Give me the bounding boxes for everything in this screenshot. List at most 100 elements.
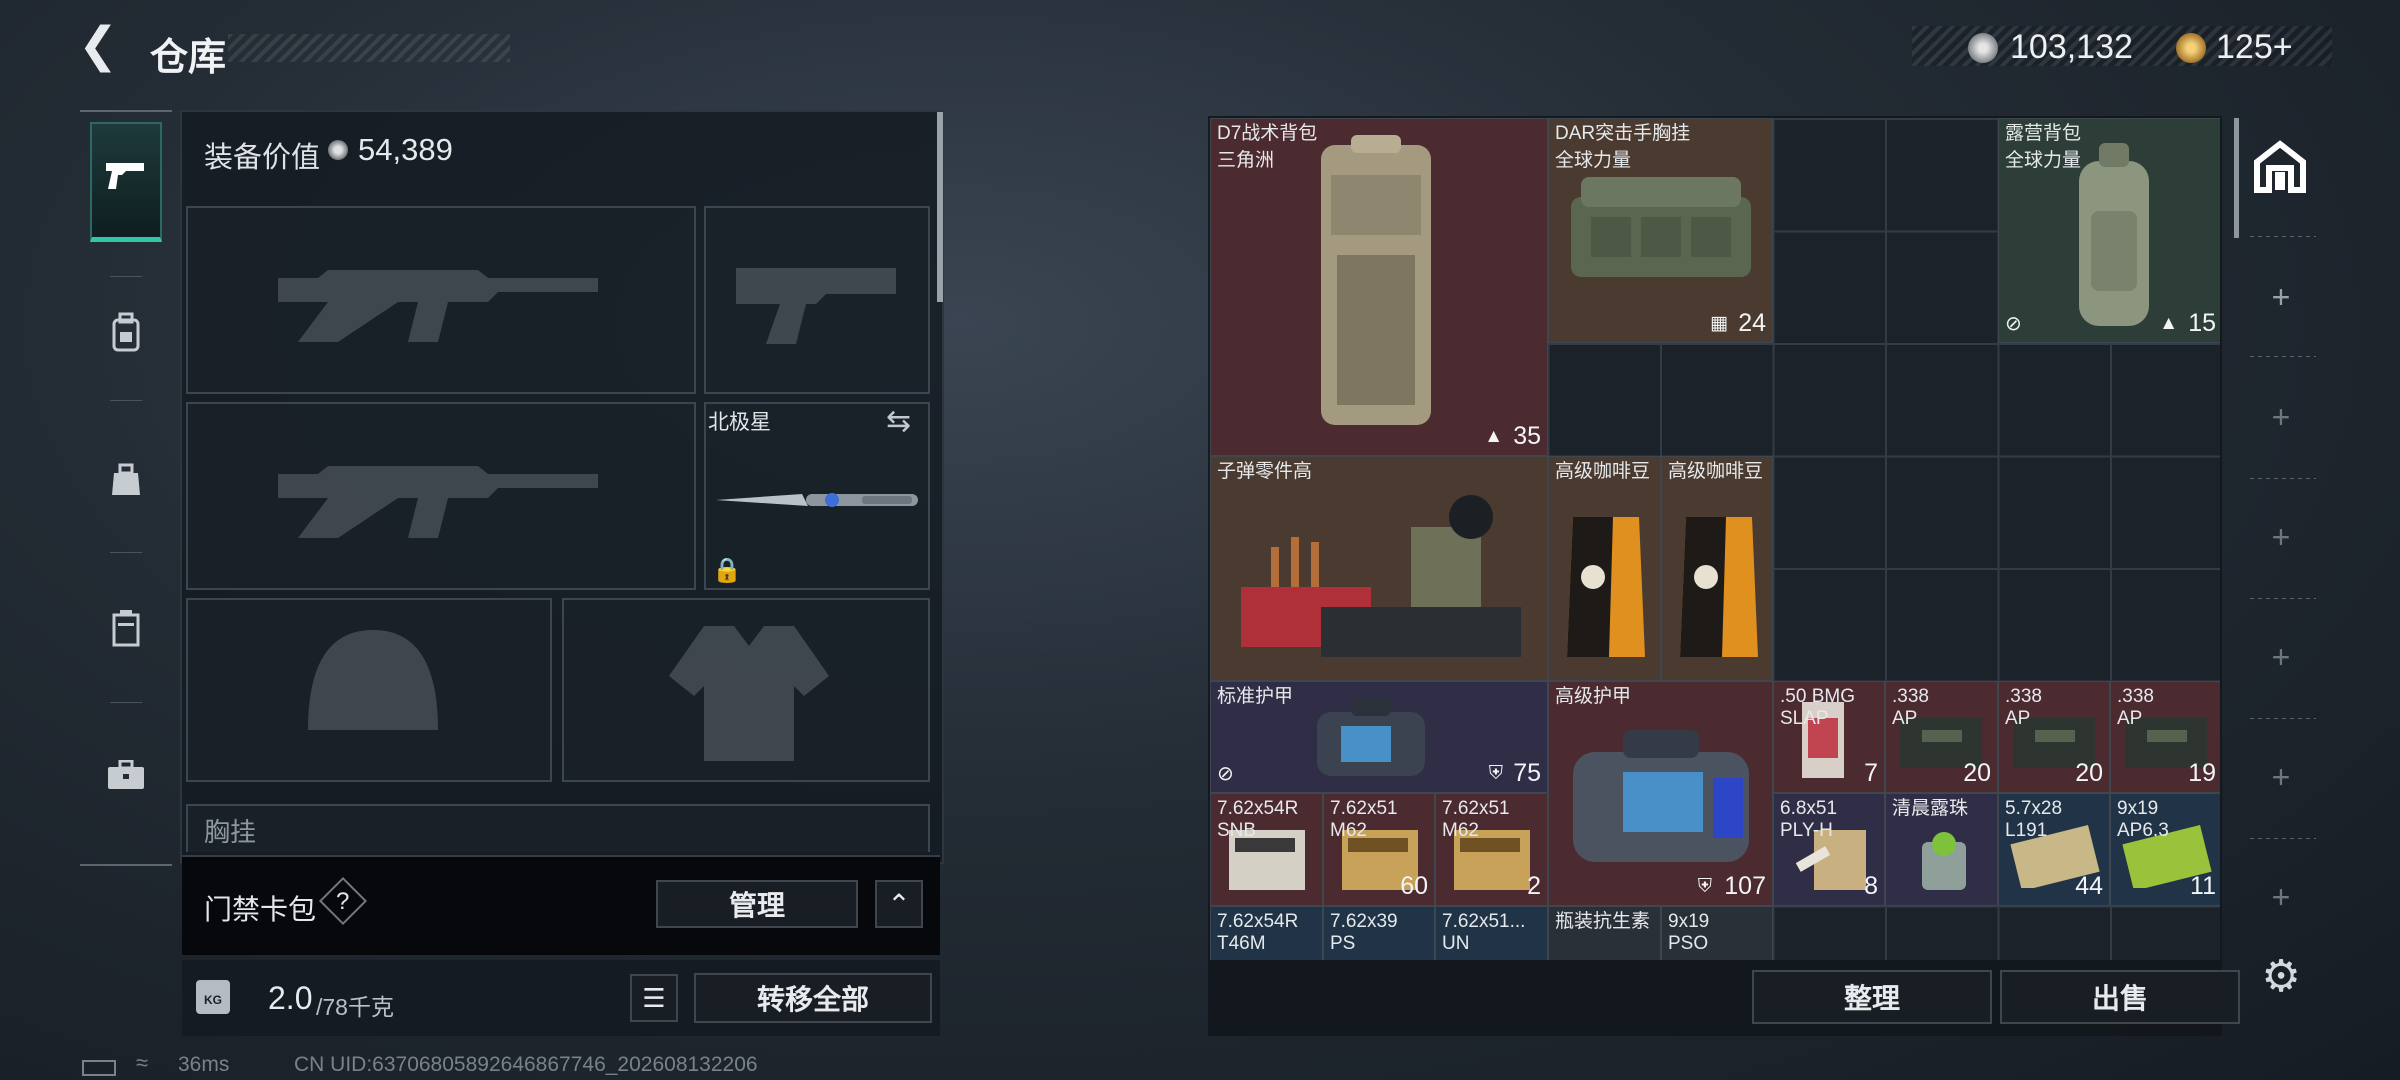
- item-name: .338: [2117, 686, 2154, 707]
- tab-locker[interactable]: [90, 572, 162, 692]
- stash-item[interactable]: DAR突击手胸挂 全球力量 ▦ 24: [1548, 118, 1773, 343]
- primary-weapon-slot[interactable]: [186, 206, 696, 394]
- rail-divider: [2250, 718, 2316, 719]
- loadout-scrollbar[interactable]: [937, 112, 943, 302]
- no-insure-icon: ⊘: [2005, 313, 2022, 335]
- no-insure-icon: ⊘: [1217, 763, 1234, 785]
- silver-currency-amount: 103,132: [2010, 28, 2133, 66]
- stash-item[interactable]: 瓶装抗生素: [1548, 906, 1661, 960]
- stash-item[interactable]: 7.62x51 M62 60: [1323, 793, 1435, 906]
- collapse-button[interactable]: ⌃: [875, 880, 923, 928]
- pouch-icon: [110, 463, 142, 506]
- add-stash-page-button[interactable]: +: [2262, 758, 2300, 796]
- stash-item[interactable]: .338 AP 19: [2110, 681, 2220, 793]
- stash-item[interactable]: 露营背包 全球力量 ⊘ ▲ 15: [1998, 118, 2220, 343]
- stash-item[interactable]: 7.62x39 PS: [1323, 906, 1435, 960]
- ammo-parts-art: [1241, 495, 1521, 657]
- item-subtitle: AP6.3: [2117, 820, 2169, 841]
- armor-slot[interactable]: [562, 598, 930, 782]
- tab-pouch[interactable]: [90, 424, 162, 544]
- back-button[interactable]: ❮: [78, 22, 126, 72]
- silver-coin-icon: [328, 140, 348, 160]
- stash-item[interactable]: 高级护甲 ⛨ 107: [1548, 681, 1773, 906]
- item-name: 7.62x51: [1442, 798, 1510, 819]
- stash-item[interactable]: 9x19 AP6.3 11: [2110, 793, 2220, 906]
- add-stash-page-button[interactable]: +: [2262, 398, 2300, 436]
- item-count: 2: [1527, 872, 1541, 900]
- helmet-slot[interactable]: [186, 598, 552, 782]
- gold-currency-amount[interactable]: 125+: [2216, 28, 2293, 67]
- stash-item[interactable]: 7.62x51 M62 2: [1435, 793, 1548, 906]
- help-icon-label: ?: [336, 888, 350, 915]
- armor-bag-art: [1317, 698, 1425, 776]
- stash-item[interactable]: 清晨露珠: [1885, 793, 1998, 906]
- item-subtitle: 全球力量: [2005, 150, 2082, 171]
- add-stash-page-button[interactable]: +: [2262, 638, 2300, 676]
- settings-gear-icon[interactable]: ⚙: [2256, 952, 2306, 1002]
- locker-icon: [112, 609, 140, 656]
- item-subtitle: M62: [1330, 820, 1367, 841]
- rifle-silhouette-icon: [278, 270, 598, 342]
- stash-item[interactable]: 7.62x54R SNB: [1210, 793, 1323, 906]
- stash-item[interactable]: 高级咖啡豆: [1548, 456, 1661, 681]
- item-subtitle: M62: [1442, 820, 1479, 841]
- item-subtitle: 全球力量: [1555, 150, 1632, 171]
- vest-icon: ▦: [1710, 313, 1728, 334]
- stash-item[interactable]: 子弹零件高: [1210, 456, 1548, 681]
- chest-rig-slot[interactable]: [186, 804, 930, 852]
- stash-item[interactable]: 7.62x51... UN: [1435, 906, 1548, 960]
- shield-icon: ⛨: [1697, 876, 1712, 897]
- stash-scrollbar[interactable]: [2234, 118, 2239, 238]
- sell-button[interactable]: 出售: [2000, 970, 2240, 1024]
- item-count: 60: [1400, 872, 1428, 900]
- title-decoration: [228, 34, 510, 62]
- stash-item[interactable]: 6.8x51 PLY-H 8: [1773, 793, 1885, 906]
- list-view-button[interactable]: ☰: [630, 974, 678, 1022]
- item-name: 7.62x39: [1330, 911, 1398, 932]
- item-count: 19: [2188, 759, 2216, 787]
- user-uid: CN UID:6370680589264686​7746_20260813220…: [294, 1053, 758, 1076]
- secondary-weapon-slot[interactable]: [186, 402, 696, 590]
- manage-button[interactable]: 管理: [656, 880, 858, 928]
- item-count: 24: [1738, 309, 1766, 337]
- stash-item[interactable]: 标准护甲 ⊘ ⛨ 75: [1210, 681, 1548, 793]
- backpack-icon: ▲: [2159, 313, 2178, 334]
- sort-button[interactable]: 整理: [1752, 970, 1992, 1024]
- backpack-icon: [111, 312, 141, 361]
- transfer-all-button[interactable]: 转移全部: [694, 973, 932, 1023]
- stash-item[interactable]: .50 BMG SLAP 7: [1773, 681, 1885, 793]
- item-name: 子弹零件高: [1217, 461, 1313, 482]
- pistol-silhouette-icon: [736, 268, 896, 344]
- item-count: 20: [1963, 759, 1991, 787]
- tab-backpack[interactable]: [90, 276, 162, 396]
- item-subtitle: 三角洲: [1217, 150, 1275, 171]
- chest-rig-art: [1571, 177, 1751, 277]
- add-stash-page-button[interactable]: +: [2262, 518, 2300, 556]
- stash-item[interactable]: 7.62x54R T46M: [1210, 906, 1323, 960]
- add-stash-page-button[interactable]: +: [2262, 878, 2300, 916]
- tab-weapons[interactable]: [90, 122, 162, 242]
- rail-divider: [2250, 598, 2316, 599]
- battery-icon: [82, 1060, 116, 1076]
- silver-coin-icon: [1968, 33, 1998, 63]
- tab-briefcase[interactable]: [90, 718, 162, 838]
- stash-item[interactable]: 9x19 PSO: [1661, 906, 1773, 960]
- shield-icon: ⛨: [1488, 763, 1503, 784]
- stash-grid[interactable]: D7战术背包 三角洲 ▲ 35 DAR突击手胸挂 全球力量 ▦ 24 露营背包 …: [1210, 118, 2220, 960]
- ping-text: 36ms: [178, 1053, 230, 1076]
- stash-home-icon[interactable]: [2250, 140, 2310, 200]
- list-icon: ☰: [642, 982, 666, 1013]
- stash-item[interactable]: 高级咖啡豆: [1661, 456, 1773, 681]
- item-subtitle: L191: [2005, 820, 2048, 841]
- stash-item[interactable]: .338 AP 20: [1885, 681, 1998, 793]
- sidearm-slot[interactable]: [704, 206, 930, 394]
- lock-icon: 🔒: [712, 557, 742, 584]
- add-stash-page-button[interactable]: +: [2262, 278, 2300, 316]
- stash-item[interactable]: 5.7x28 L191 44: [1998, 793, 2110, 906]
- keycard-label: 门禁卡包: [204, 894, 317, 925]
- rail-divider: [2250, 356, 2316, 357]
- stash-item[interactable]: .338 AP 20: [1998, 681, 2110, 793]
- stash-item[interactable]: D7战术背包 三角洲 ▲ 35: [1210, 118, 1548, 456]
- item-subtitle: SLAP: [1780, 708, 1829, 729]
- swap-icon[interactable]: ⇆: [886, 404, 911, 439]
